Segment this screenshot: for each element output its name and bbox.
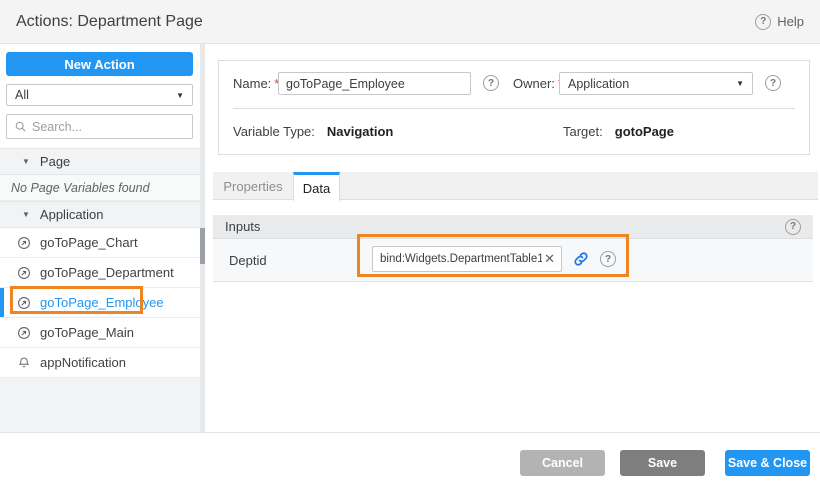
dialog-header: Actions: Department Page ? Help (0, 0, 820, 44)
deptid-bind-field[interactable]: ✕ (372, 246, 562, 272)
owner-label: Owner:* (513, 76, 563, 91)
navigation-icon (17, 236, 31, 250)
name-label: Name:* (233, 76, 279, 91)
group-header-page[interactable]: ▼ Page (0, 148, 200, 175)
bell-icon (17, 356, 31, 370)
input-row-deptid: Deptid ✕ ? (213, 239, 813, 282)
save-and-close-button[interactable]: Save & Close (725, 450, 810, 476)
page-group-empty-message: No Page Variables found (0, 175, 200, 201)
actions-sidebar: New Action All ▼ ▼ Page No Page Variable… (0, 44, 200, 432)
deptid-help-icon[interactable]: ? (600, 251, 616, 267)
sidebar-item-label: appNotification (40, 355, 126, 370)
tab-properties[interactable]: Properties (213, 172, 293, 200)
page-title: Actions: Department Page (16, 13, 203, 31)
input-name-label: Deptid (229, 253, 267, 268)
action-summary-box: Name:* ? Owner:* Application ▼ ? Variabl… (218, 60, 810, 155)
action-detail-panel: Name:* ? Owner:* Application ▼ ? Variabl… (205, 44, 820, 432)
sidebar-item-gotopage-employee[interactable]: goToPage_Employee (0, 288, 200, 318)
sidebar-item-label: goToPage_Chart (40, 235, 138, 250)
chevron-down-icon: ▼ (176, 91, 184, 100)
sidebar-item-gotopage-chart[interactable]: goToPage_Chart (0, 228, 200, 258)
filter-dropdown[interactable]: All ▼ (6, 84, 193, 106)
actions-dialog: Actions: Department Page ? Help New Acti… (0, 0, 820, 488)
save-button[interactable]: Save (620, 450, 705, 476)
variable-list: ▼ Page No Page Variables found ▼ Applica… (0, 148, 200, 378)
inputs-section-title: Inputs (225, 219, 260, 234)
sidebar-item-label: goToPage_Department (40, 265, 174, 280)
clear-binding-icon[interactable]: ✕ (542, 251, 557, 267)
variable-type-field: Variable Type: Navigation (233, 124, 393, 139)
bind-link-icon[interactable] (572, 250, 590, 268)
target-field: Target: gotoPage (563, 124, 674, 139)
help-label: Help (777, 14, 804, 29)
cancel-button[interactable]: Cancel (520, 450, 605, 476)
name-input[interactable] (278, 72, 471, 95)
sidebar-empty-area (0, 378, 200, 432)
sidebar-item-label: goToPage_Main (40, 325, 134, 340)
sidebar-item-appnotification[interactable]: appNotification (0, 348, 200, 378)
search-icon (14, 120, 27, 133)
variable-type-label: Variable Type: (233, 124, 315, 139)
sidebar-item-gotopage-department[interactable]: goToPage_Department (0, 258, 200, 288)
name-help-icon[interactable]: ? (483, 75, 499, 91)
target-value: gotoPage (615, 124, 674, 139)
collapse-caret-icon: ▼ (22, 157, 30, 166)
chevron-down-icon: ▼ (736, 79, 744, 88)
target-label: Target: (563, 124, 603, 139)
navigation-icon (17, 266, 31, 280)
summary-divider (233, 108, 795, 109)
tab-strip: Properties Data (213, 172, 818, 200)
inputs-section-header: Inputs ? (213, 215, 813, 239)
new-action-button[interactable]: New Action (6, 52, 193, 76)
help-button[interactable]: ? Help (755, 14, 804, 30)
filter-dropdown-value: All (15, 88, 29, 102)
help-icon: ? (755, 14, 771, 30)
dialog-footer: Cancel Save Save & Close (0, 432, 820, 488)
search-box[interactable] (6, 114, 193, 139)
deptid-bind-input[interactable] (380, 253, 542, 265)
search-input[interactable] (32, 120, 185, 134)
tab-data[interactable]: Data (293, 172, 340, 201)
inputs-help-icon[interactable]: ? (785, 219, 801, 235)
group-label: Application (40, 207, 104, 222)
collapse-caret-icon: ▼ (22, 210, 30, 219)
sidebar-item-gotopage-main[interactable]: goToPage_Main (0, 318, 200, 348)
owner-select-value: Application (568, 77, 629, 91)
variable-type-value: Navigation (327, 124, 393, 139)
group-header-application[interactable]: ▼ Application (0, 201, 200, 228)
group-label: Page (40, 154, 70, 169)
navigation-icon (17, 296, 31, 310)
sidebar-item-label: goToPage_Employee (40, 295, 164, 310)
owner-select[interactable]: Application ▼ (559, 72, 753, 95)
navigation-icon (17, 326, 31, 340)
owner-help-icon[interactable]: ? (765, 75, 781, 91)
